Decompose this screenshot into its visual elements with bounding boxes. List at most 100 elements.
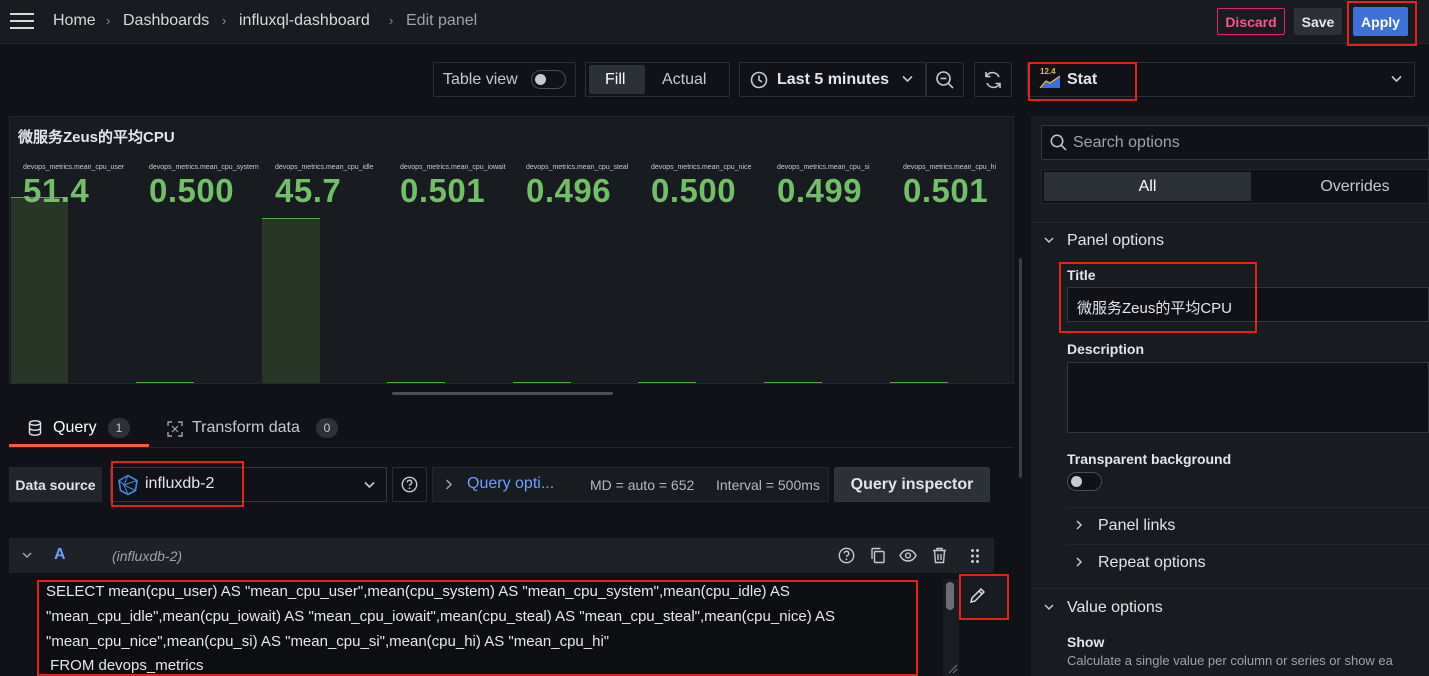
sparkline-hi-line (890, 382, 948, 383)
stat-label: devops_metrics.mean_cpu_iowait (400, 164, 506, 171)
sparkline-iowait-line (387, 382, 445, 383)
clock-icon (750, 71, 768, 89)
tab-transform-data[interactable]: Transform data (192, 419, 300, 437)
table-view-switch[interactable] (531, 70, 566, 89)
panel-preview (9, 116, 1014, 384)
fill-option[interactable]: Fill (605, 71, 625, 89)
trash-icon[interactable] (932, 547, 947, 564)
query-ref-id[interactable]: A (54, 546, 66, 564)
save-button[interactable]: Save (1294, 8, 1342, 35)
stat-label: devops_metrics.mean_cpu_si (777, 164, 870, 171)
title-label: Title (1067, 267, 1096, 283)
chevron-right-icon: › (106, 13, 111, 28)
drag-handle-icon[interactable] (970, 548, 980, 564)
chevron-right-icon: › (222, 13, 227, 28)
chevron-right-icon (1076, 520, 1083, 530)
breadcrumb-home[interactable]: Home (53, 12, 96, 30)
divider (1067, 544, 1429, 545)
data-source-value: influxdb-2 (145, 475, 215, 492)
stat-value: 0.501 (400, 172, 486, 209)
divider (1031, 222, 1429, 223)
chevron-right-icon (1076, 557, 1083, 567)
sparkline-steal-line (513, 382, 571, 383)
refresh-icon (983, 70, 1003, 90)
stat-value: 0.500 (149, 172, 235, 209)
stat-value: 0.500 (651, 172, 737, 209)
divider (1031, 588, 1429, 589)
splitter-handle[interactable] (392, 392, 613, 395)
breadcrumb-dashboard[interactable]: influxql-dashboard (239, 12, 370, 30)
divider (1067, 507, 1429, 508)
discard-button[interactable]: Discard (1217, 8, 1285, 35)
help-icon[interactable] (838, 547, 855, 564)
transparent-background-label: Transparent background (1067, 451, 1232, 467)
description-label: Description (1067, 341, 1145, 357)
apply-button[interactable]: Apply (1353, 7, 1408, 36)
title-input-value: 微服务Zeus的平均CPU (1077, 300, 1233, 317)
breadcrumb-dashboards[interactable]: Dashboards (123, 12, 209, 30)
sparkline-idle (262, 218, 320, 383)
time-range-label: Last 5 minutes (777, 71, 890, 88)
stat-value: 0.499 (777, 172, 863, 209)
breadcrumb-current: Edit panel (406, 12, 478, 29)
chevron-down-icon[interactable] (22, 552, 32, 559)
sql-line: FROM devops_metrics (46, 657, 204, 674)
editor-scrollbar[interactable] (946, 582, 954, 610)
chevron-down-icon[interactable] (1044, 237, 1054, 244)
transparent-background-switch[interactable] (1067, 472, 1102, 491)
tab-overrides[interactable]: Overrides (1251, 172, 1429, 201)
duplicate-icon[interactable] (870, 547, 886, 564)
search-options-placeholder: Search options (1073, 134, 1180, 151)
pencil-icon (969, 587, 986, 604)
sparkline-system-line (136, 382, 194, 383)
vertical-splitter-handle[interactable] (1019, 258, 1022, 478)
tabs-divider (9, 447, 1014, 448)
stat-value: 0.501 (903, 172, 989, 209)
panel-title: 微服务Zeus的平均CPU (18, 129, 175, 146)
panel-links-header[interactable]: Panel links (1098, 517, 1175, 535)
table-view-label: Table view (443, 71, 518, 88)
transform-icon (167, 421, 183, 437)
stat-label: devops_metrics.mean_cpu_idle (275, 164, 374, 171)
show-label: Show (1067, 634, 1105, 650)
resize-handle-icon[interactable] (946, 662, 958, 674)
repeat-options-header[interactable]: Repeat options (1098, 554, 1206, 572)
menu-icon[interactable] (10, 12, 34, 30)
chevron-down-icon (902, 75, 913, 83)
stat-value: 45.7 (275, 172, 342, 209)
stat-label: devops_metrics.mean_cpu_system (149, 164, 259, 171)
zoom-out-icon (935, 70, 955, 90)
chevron-down-icon[interactable] (1044, 604, 1054, 611)
show-description: Calculate a single value per column or s… (1067, 653, 1393, 668)
actual-option[interactable]: Actual (662, 71, 706, 89)
value-options-header[interactable]: Value options (1067, 599, 1163, 617)
sparkline-user (11, 197, 68, 383)
tab-query[interactable]: Query (53, 419, 97, 437)
sparkline-idle-line (262, 218, 320, 219)
sparkline-si-line (764, 382, 822, 383)
stat-label: devops_metrics.mean_cpu_hi (903, 164, 996, 171)
sql-line: SELECT mean(cpu_user) AS "mean_cpu_user"… (46, 583, 790, 600)
max-data-points: MD = auto = 652 (590, 477, 695, 493)
panel-options-header[interactable]: Panel options (1067, 232, 1164, 250)
database-icon (28, 420, 42, 436)
query-inspector-button[interactable]: Query inspector (834, 467, 990, 502)
sql-line: "mean_cpu_nice",mean(cpu_si) AS "mean_cp… (46, 633, 610, 650)
sparkline-nice-line (638, 382, 696, 383)
stat-value: 0.496 (526, 172, 612, 209)
stat-label: devops_metrics.mean_cpu_steal (526, 164, 629, 171)
chevron-right-icon (445, 479, 453, 490)
stat-label: devops_metrics.mean_cpu_nice (651, 164, 752, 171)
query-options-label[interactable]: Query opti... (467, 475, 554, 493)
stat-icon-badge: 12.4 (1040, 67, 1056, 76)
description-textarea[interactable] (1067, 362, 1429, 433)
chevron-down-icon (364, 481, 375, 489)
chevron-right-icon: › (389, 13, 394, 28)
top-bar (0, 0, 1429, 44)
eye-icon[interactable] (899, 549, 917, 562)
tab-all[interactable]: All (1044, 172, 1251, 201)
data-source-label: Data source (9, 467, 102, 502)
stat-value: 51.4 (23, 172, 90, 209)
query-count-badge: 1 (108, 418, 130, 438)
sql-line: "mean_cpu_idle",mean(cpu_iowait) AS "mea… (46, 608, 836, 625)
